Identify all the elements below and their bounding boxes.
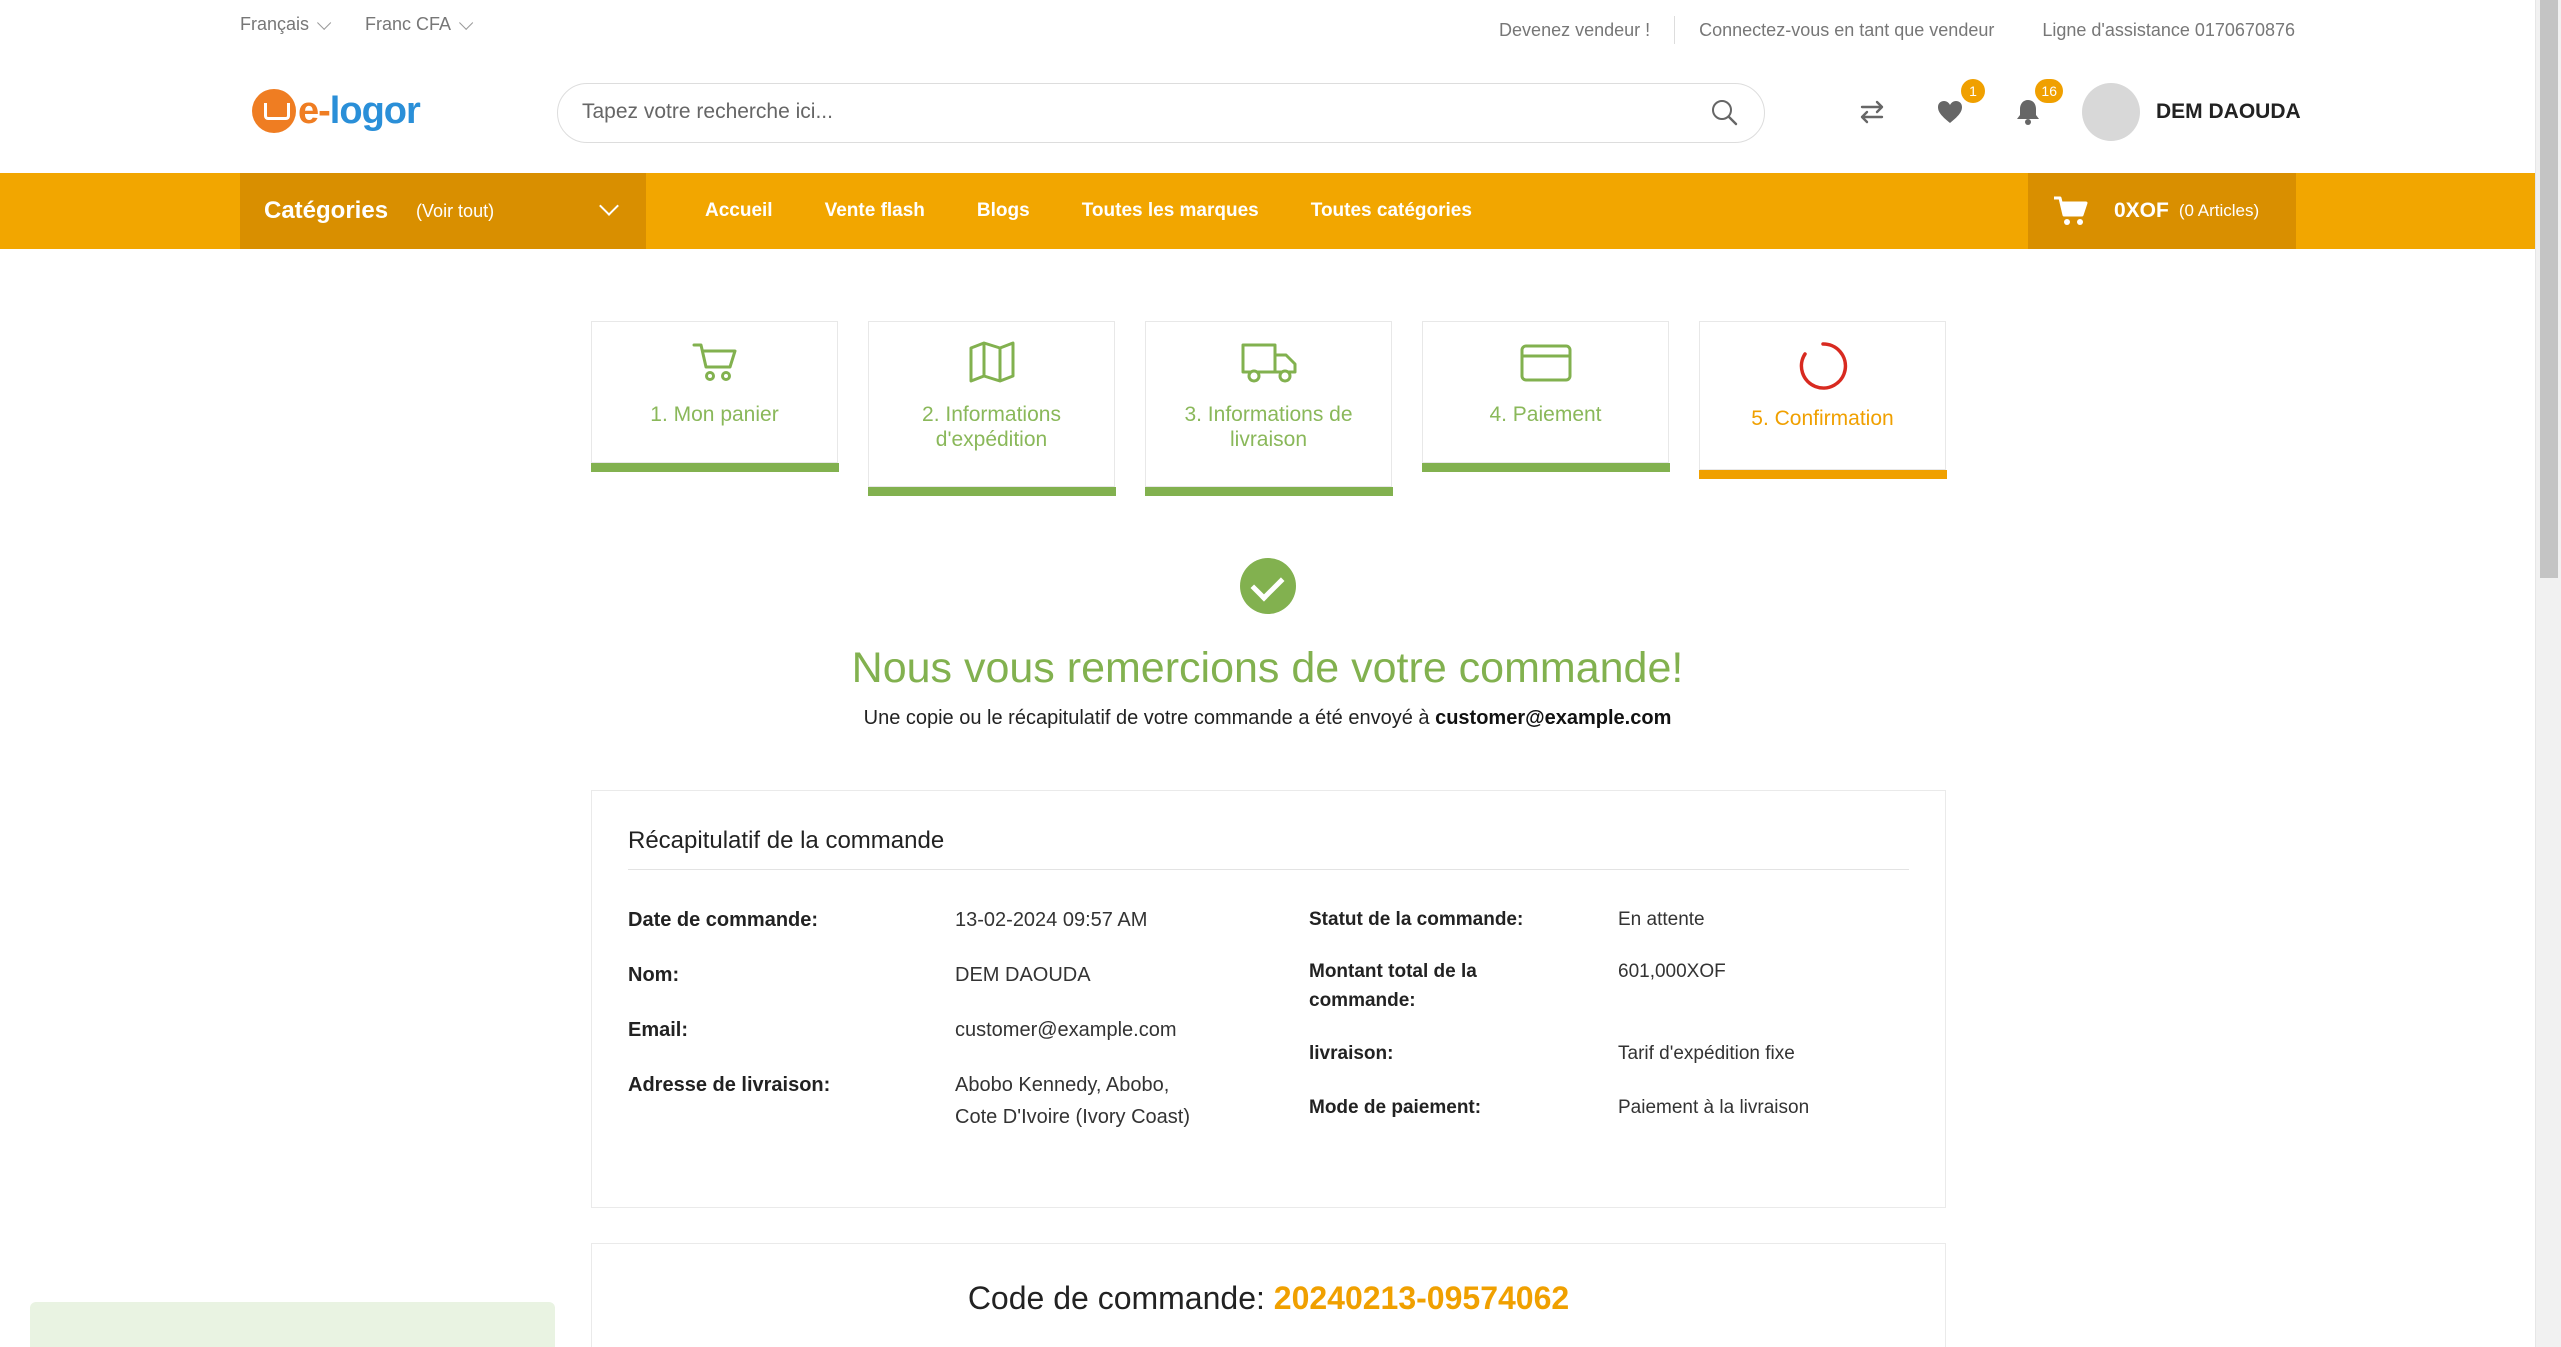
card-icon [1520, 344, 1571, 382]
spinner-icon [1799, 342, 1847, 390]
become-seller-link[interactable]: Devenez vendeur ! [1499, 20, 1650, 41]
divider [1674, 16, 1676, 44]
email-sent-text: Une copie ou le récapitulatif de votre c… [863, 707, 1430, 729]
step-progress-bar [1421, 463, 1670, 472]
categories-view-all: (Voir tout) [416, 200, 495, 221]
summary-key: Date de commande: [628, 909, 819, 931]
step-label: 3. Informations de livraison [1184, 403, 1353, 451]
site-logo[interactable]: e-logor [252, 89, 421, 133]
scrollbar-thumb[interactable] [2540, 0, 2558, 578]
summary-key: Mode de paiement: [1309, 1097, 1482, 1118]
summary-value: En attente [1618, 909, 1705, 930]
toast-notification[interactable] [30, 1302, 555, 1347]
chevron-down-icon [459, 15, 474, 30]
summary-value-line1: Abobo Kennedy, Abobo, [955, 1074, 1170, 1096]
scrollbar[interactable] [2535, 0, 2561, 1347]
thank-you-title: Nous vous remercions de votre commande! [851, 644, 1684, 692]
chevron-down-icon [317, 15, 332, 30]
order-success: Nous vous remercions de votre commande! … [0, 558, 2535, 730]
summary-value: Tarif d'expédition fixe [1618, 1043, 1795, 1064]
step-label: 5. Confirmation [1751, 407, 1894, 430]
summary-value: DEM DAOUDA [955, 964, 1091, 986]
notification-badge: 16 [2035, 79, 2063, 103]
cart-icon [692, 343, 736, 381]
logo-text: logor [329, 89, 421, 132]
cart-button[interactable]: 0XOF (0 Articles) [2028, 173, 2296, 249]
language-label: Français [240, 14, 310, 34]
order-summary-card: Récapitulatif de la commande Date de com… [591, 790, 1946, 1208]
top-bar: Français Franc CFA Devenez vendeur ! Con… [0, 0, 2535, 55]
step-confirmation[interactable]: 5. Confirmation [1698, 321, 1947, 479]
language-selector[interactable]: Français [240, 14, 332, 35]
compare-button[interactable] [1855, 95, 1889, 129]
step-progress-bar [590, 463, 839, 472]
divider [628, 869, 1909, 870]
summary-key: Statut de la commande: [1309, 909, 1524, 930]
header: e-logor 1 16 DEM DAOUDA [0, 55, 2535, 173]
summary-key-line2: commande: [1309, 990, 1416, 1011]
truck-icon [1241, 343, 1296, 383]
heart-icon [1938, 101, 1962, 123]
nav-link-home[interactable]: Accueil [705, 200, 773, 222]
user-menu[interactable]: DEM DAOUDA [2082, 83, 2301, 141]
order-code-card: Code de commande: 20240213-09574062 [591, 1243, 1946, 1347]
step-shipping-info[interactable]: 2. Informations d'expédition [867, 321, 1116, 496]
summary-key: Nom: [628, 964, 680, 986]
email-sent-notice: Une copie ou le récapitulatif de votre c… [0, 707, 2535, 730]
step-progress-bar [1698, 470, 1947, 479]
search-bar [557, 83, 1765, 143]
chevron-down-icon [599, 196, 619, 216]
cart-icon [2054, 196, 2088, 225]
step-label: 2. Informations d'expédition [922, 403, 1061, 451]
categories-dropdown[interactable]: Catégories (Voir tout) [240, 173, 646, 249]
helpline: Ligne d'assistance 0170670876 [2042, 19, 2295, 40]
currency-label: Franc CFA [365, 14, 452, 34]
customer-email: customer@example.com [1435, 707, 1672, 729]
nav-link-blogs[interactable]: Blogs [977, 200, 1030, 222]
order-code: Code de commande: 20240213-09574062 [592, 1280, 1945, 1317]
categories-title: Catégories [264, 197, 389, 224]
order-code-label: Code de commande: [967, 1280, 1265, 1316]
step-progress-bar [1144, 487, 1393, 496]
step-delivery-info[interactable]: 3. Informations de livraison [1144, 321, 1393, 496]
wishlist-button[interactable]: 1 [1933, 79, 1985, 129]
compare-icon [1860, 100, 1884, 124]
step-payment[interactable]: 4. Paiement [1421, 321, 1670, 472]
order-code-value: 20240213-09574062 [1273, 1280, 1570, 1316]
map-icon [969, 341, 1014, 383]
step-progress-bar [867, 487, 1116, 496]
search-icon[interactable] [1710, 98, 1738, 126]
nav-link-brands[interactable]: Toutes les marques [1082, 200, 1259, 222]
summary-key: Adresse de livraison: [628, 1074, 831, 1096]
notifications-button[interactable]: 16 [2011, 79, 2063, 129]
summary-key: livraison: [1309, 1043, 1394, 1064]
search-input[interactable] [582, 84, 1682, 140]
checkout-steps: 1. Mon panier 2. Informations d'expéditi… [590, 321, 1947, 496]
summary-value: customer@example.com [955, 1019, 1177, 1041]
summary-value: 601,000XOF [1618, 961, 1726, 982]
order-summary-title: Récapitulatif de la commande [628, 827, 945, 854]
summary-value-line2: Cote D'Ivoire (Ivory Coast) [955, 1106, 1190, 1128]
cart-amount: 0XOF [2114, 199, 2169, 222]
logo-cart-icon [252, 89, 296, 133]
step-cart[interactable]: 1. Mon panier [590, 321, 839, 472]
nav-link-flash-sale[interactable]: Vente flash [825, 200, 925, 222]
wishlist-badge: 1 [1961, 79, 1985, 103]
seller-login-link[interactable]: Connectez-vous en tant que vendeur [1699, 20, 1994, 41]
currency-selector[interactable]: Franc CFA [365, 14, 474, 35]
summary-key-line1: Montant total de la [1309, 961, 1477, 982]
avatar [2082, 83, 2140, 141]
nav-link-categories[interactable]: Toutes catégories [1311, 200, 1472, 222]
main-nav: Catégories (Voir tout) Accueil Vente fla… [0, 173, 2535, 249]
user-name: DEM DAOUDA [2156, 100, 2301, 123]
cart-count: (0 Articles) [2178, 201, 2260, 220]
bell-icon [2017, 100, 2039, 125]
summary-value: 13-02-2024 09:57 AM [955, 909, 1148, 931]
summary-value: Paiement à la livraison [1618, 1097, 1810, 1118]
step-label: 4. Paiement [1489, 403, 1602, 426]
step-label: 1. Mon panier [650, 403, 779, 426]
logo-prefix: e- [298, 89, 331, 132]
summary-key: Email: [628, 1019, 689, 1041]
check-circle-icon [1239, 558, 1296, 614]
